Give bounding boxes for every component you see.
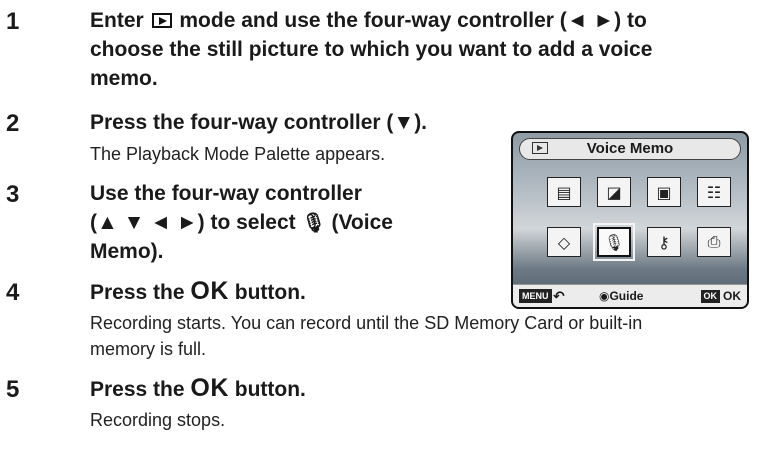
screen-title-bar: Voice Memo (519, 138, 741, 160)
ok-label: OK OK (700, 285, 741, 307)
step-number: 5 (6, 376, 20, 403)
step-heading: Press the four-way controller (▼). (90, 111, 428, 134)
step-description: memory is full. (90, 339, 207, 359)
voice-memo-icon: 🎙 (301, 213, 326, 234)
step-number: 3 (6, 181, 20, 208)
step-number: 4 (6, 279, 20, 306)
step-heading-line: Use the four-way controller (90, 182, 362, 205)
menu-key-label: MENU (519, 289, 552, 303)
slideshow-icon[interactable]: ▤ (547, 177, 581, 207)
playback-icon (532, 142, 548, 154)
voice-memo-icon[interactable]: 🎙 (593, 223, 635, 261)
image-recovery-icon[interactable]: ☷ (697, 177, 731, 207)
step-number: 1 (6, 8, 20, 35)
step-heading: Press the OK button. (90, 374, 306, 402)
step-number: 2 (6, 110, 20, 137)
rotate-icon[interactable]: ◇ (547, 227, 581, 257)
dpof-icon[interactable]: ⎙ (697, 227, 731, 257)
camera-screen: Voice Memo ▤ ◪ ▣ ☷ ◇ 🎙 ⚷ ⎙ MENU ↶ ◉Guide… (511, 131, 749, 309)
ok-key-label: OK (700, 290, 720, 303)
resize-icon[interactable]: ◪ (597, 177, 631, 207)
ok-button-label: OK (190, 374, 229, 402)
step-heading-line: Memo). (90, 240, 164, 263)
screen-title: Voice Memo (586, 140, 674, 157)
step-description: Recording starts. You can record until t… (90, 313, 643, 333)
guide-label: ◉Guide (599, 289, 644, 303)
step-heading-line: choose the still picture to which you wa… (90, 38, 653, 61)
back-icon: ↶ (553, 288, 565, 304)
protect-icon[interactable]: ⚷ (647, 227, 681, 257)
step-heading-line: memo. (90, 67, 158, 90)
frame-icon[interactable]: ▣ (647, 177, 681, 207)
screen-footer: MENU ↶ ◉Guide OK OK (513, 284, 747, 307)
step-description: Recording stops. (90, 410, 226, 430)
ok-button-label: OK (190, 277, 229, 305)
playback-icon (151, 13, 172, 28)
step-heading-line: Enter mode and use the four-way controll… (90, 9, 647, 32)
step-description: The Playback Mode Palette appears. (90, 144, 386, 164)
step-heading-line: (▲ ▼ ◄ ►) to select 🎙 (Voice (90, 211, 393, 234)
step-heading: Press the OK button. (90, 277, 306, 305)
